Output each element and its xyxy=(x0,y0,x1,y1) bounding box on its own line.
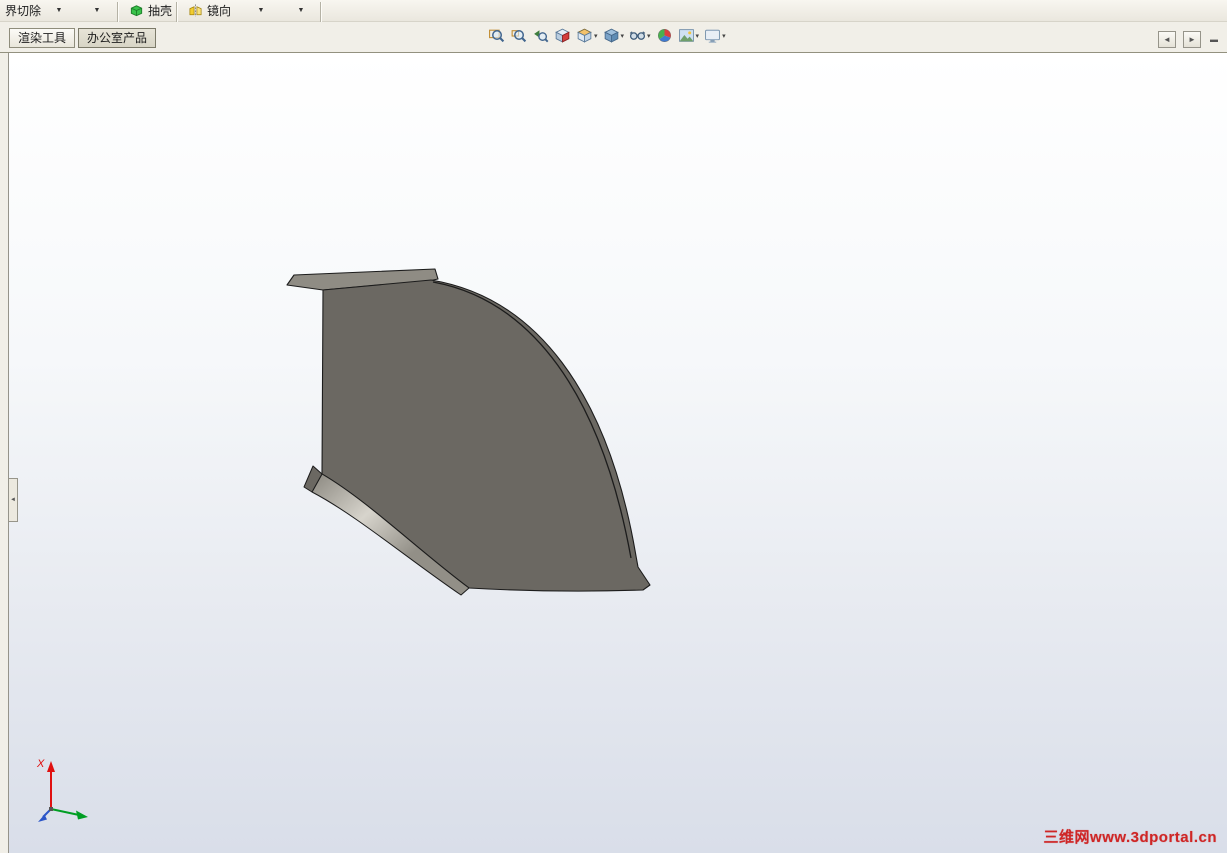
heads-up-view-toolbar: ▾ ▾ ▾ ▾ ▾ xyxy=(486,26,729,45)
dropdown-arrow-icon: ▼ xyxy=(257,7,265,14)
section-view-button[interactable] xyxy=(552,26,573,45)
collapse-pane-left-button[interactable]: ◄ xyxy=(1158,31,1176,48)
dropdown-caret-icon[interactable]: ▾ xyxy=(722,32,726,40)
apply-scene-icon xyxy=(678,27,695,44)
edit-appearance-icon xyxy=(656,27,673,44)
triad-x-label: X xyxy=(36,758,45,770)
toolbar-separator xyxy=(117,2,119,23)
triad-x-arrow-icon xyxy=(47,761,55,772)
triad-origin xyxy=(49,807,53,811)
view-settings-button[interactable]: ▾ xyxy=(702,26,728,45)
tab-office-products[interactable]: 办公室产品 xyxy=(78,28,157,48)
model-front-face[interactable] xyxy=(321,279,651,592)
part-model[interactable] xyxy=(286,268,651,596)
shell-label: 抽壳 xyxy=(148,4,173,18)
dropdown-arrow-icon: ▼ xyxy=(93,7,101,14)
flyout-dropdown-button[interactable]: ▼ xyxy=(288,0,314,21)
collapse-arrow-icon: ◄ xyxy=(10,497,16,503)
dropdown-arrow-icon: ▼ xyxy=(55,7,63,14)
triad-y-arrow-icon xyxy=(76,810,88,820)
model-canvas[interactable] xyxy=(9,53,1227,853)
toolbar-separator xyxy=(176,2,178,23)
zoom-fit-button[interactable] xyxy=(486,26,507,45)
minimize-icon: ▬ xyxy=(1210,34,1218,44)
pane-right-icon: ► xyxy=(1188,35,1196,44)
shell-button[interactable]: 抽壳 xyxy=(125,0,176,21)
dropdown-caret-icon[interactable]: ▾ xyxy=(647,32,651,40)
section-view-icon xyxy=(554,27,571,44)
watermark-text: 三维网www.3dportal.cn xyxy=(1043,829,1217,846)
hide-show-items-icon xyxy=(629,27,646,44)
mirror-button[interactable]: 镜向 xyxy=(184,0,235,21)
hide-show-items-button[interactable]: ▾ xyxy=(627,26,653,45)
dropdown-caret-icon[interactable]: ▾ xyxy=(621,32,625,40)
mirror-icon xyxy=(188,3,203,18)
edit-appearance-button[interactable] xyxy=(654,26,675,45)
flyout-dropdown-button[interactable]: ▼ xyxy=(84,0,110,21)
view-orientation-button[interactable]: ▾ xyxy=(574,26,600,45)
toolbar-separator xyxy=(320,2,322,23)
previous-view-button[interactable] xyxy=(530,26,551,45)
commandmanager-tab-bar: 渲染工具 办公室产品 ▾ ▾ ▾ ▾ ▾ ◄ ► ▬ xyxy=(0,22,1227,53)
reference-triad: X xyxy=(36,758,88,822)
mirror-label: 镜向 xyxy=(207,4,232,18)
zoom-area-button[interactable] xyxy=(508,26,529,45)
previous-view-icon xyxy=(532,27,549,44)
display-style-icon xyxy=(603,27,620,44)
flyout-dropdown-button[interactable]: ▼ xyxy=(248,0,274,21)
view-orientation-icon xyxy=(576,27,593,44)
feature-toolbar: 界切除 ▼ ▼ 抽壳 镜向 ▼ ▼ xyxy=(0,0,1227,23)
graphics-viewport[interactable]: ◄ X 三维网www.3dportal.cn xyxy=(8,53,1227,853)
dropdown-arrow-icon: ▼ xyxy=(297,7,305,14)
zoom-area-icon xyxy=(510,27,527,44)
dropdown-caret-icon[interactable]: ▾ xyxy=(594,32,598,40)
collapse-pane-right-button[interactable]: ► xyxy=(1183,31,1201,48)
display-style-button[interactable]: ▾ xyxy=(601,26,627,45)
apply-scene-button[interactable]: ▾ xyxy=(676,26,702,45)
pane-left-icon: ◄ xyxy=(1163,35,1171,44)
minimize-toolbar-button[interactable]: ▬ xyxy=(1206,33,1222,45)
cut-extrude-label[interactable]: 界切除 xyxy=(5,0,41,21)
view-settings-icon xyxy=(704,27,721,44)
shell-icon xyxy=(129,3,144,18)
dropdown-caret-icon[interactable]: ▾ xyxy=(696,32,700,40)
feature-panel-collapse-handle[interactable]: ◄ xyxy=(9,478,18,522)
triad-y-axis xyxy=(50,808,80,816)
zoom-fit-icon xyxy=(488,27,505,44)
commandmanager-tabs: 渲染工具 办公室产品 xyxy=(9,28,159,48)
tab-render-tools[interactable]: 渲染工具 xyxy=(9,28,76,48)
flyout-dropdown-button[interactable]: ▼ xyxy=(46,0,72,21)
